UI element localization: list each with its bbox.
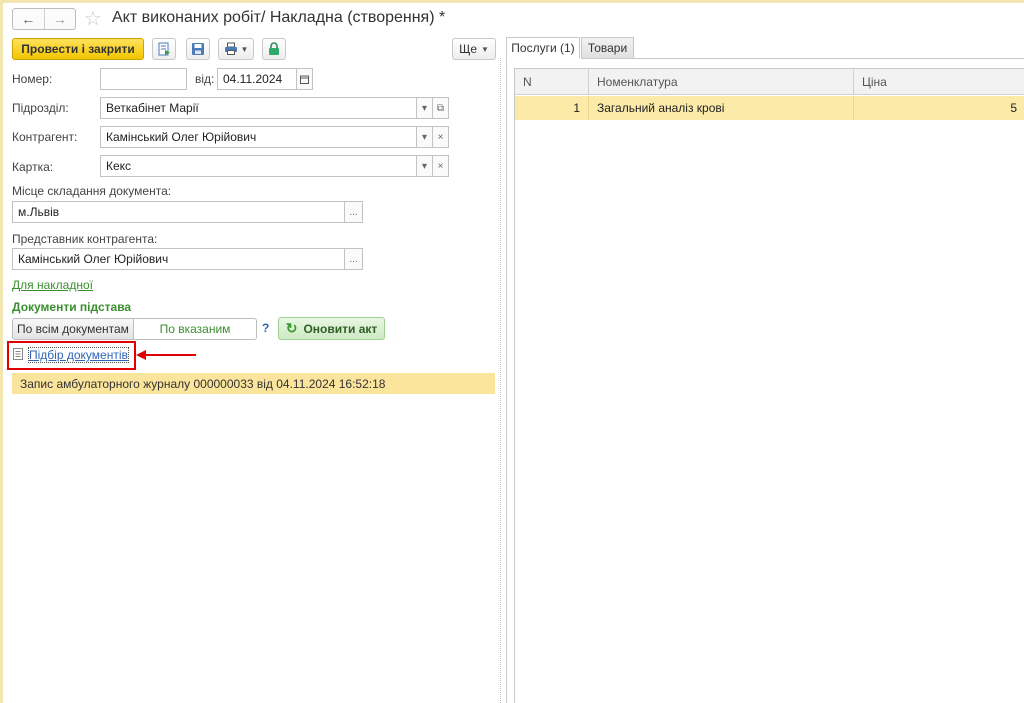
specified-documents-toggle[interactable]: По вказаним bbox=[133, 318, 257, 340]
number-input[interactable] bbox=[100, 68, 187, 90]
place-label: Місце складання документа: bbox=[12, 184, 172, 198]
window-title: Акт виконаних робіт/ Накладна (створення… bbox=[112, 9, 446, 26]
column-header-price[interactable]: Ціна bbox=[854, 69, 1024, 95]
back-arrow-icon[interactable]: ← bbox=[13, 9, 44, 29]
annotation-highlight-box bbox=[7, 341, 136, 370]
division-label: Підрозділ: bbox=[12, 101, 69, 115]
clear-icon[interactable]: × bbox=[432, 126, 449, 148]
lock-icon bbox=[269, 42, 279, 55]
number-label: Номер: bbox=[12, 72, 53, 86]
counterparty-label: Контрагент: bbox=[12, 130, 78, 144]
dropdown-arrow-icon[interactable]: ▾ bbox=[416, 155, 433, 177]
column-header-number[interactable]: N bbox=[515, 69, 589, 95]
refresh-act-label: Оновити акт bbox=[303, 321, 378, 336]
tab-services[interactable]: Послуги (1) bbox=[506, 37, 580, 59]
representative-field[interactable]: Камінський Олег Юрійович bbox=[12, 248, 345, 270]
row-nomenclature: Загальний аналіз крові bbox=[589, 96, 854, 120]
refresh-act-button[interactable]: ↻ Оновити акт bbox=[278, 317, 385, 340]
edit-lock-button[interactable] bbox=[262, 38, 286, 60]
clear-icon[interactable]: × bbox=[432, 155, 449, 177]
history-nav: ← → bbox=[12, 8, 76, 30]
annotation-arrow-icon bbox=[136, 350, 196, 360]
calendar-icon[interactable] bbox=[296, 68, 313, 90]
date-input[interactable]: 04.11.2024 bbox=[217, 68, 297, 90]
counterparty-field[interactable]: Камінський Олег Юрійович bbox=[100, 126, 417, 148]
window-frame-top bbox=[0, 0, 1024, 3]
place-field[interactable]: м.Львів bbox=[12, 201, 345, 223]
post-and-close-button[interactable]: Провести і закрити bbox=[12, 38, 144, 60]
tab-divider bbox=[634, 58, 1024, 59]
chevron-down-icon: ▼ bbox=[240, 44, 249, 54]
base-documents-title: Документи підстава bbox=[12, 300, 132, 314]
floppy-disk-icon bbox=[192, 43, 204, 55]
all-documents-toggle[interactable]: По всім документам bbox=[12, 318, 134, 340]
card-label: Картка: bbox=[12, 160, 54, 174]
more-label: Ще bbox=[459, 42, 477, 56]
chevron-down-icon: ▼ bbox=[481, 44, 489, 54]
help-icon[interactable]: ? bbox=[262, 321, 269, 335]
services-table: N Номенклатура Ціна 1 Загальний аналіз к… bbox=[514, 68, 1024, 703]
table-header: N Номенклатура Ціна bbox=[515, 69, 1024, 95]
favorite-star-icon[interactable]: ☆ bbox=[84, 6, 102, 31]
more-actions-button[interactable]: Ще ▼ bbox=[452, 38, 496, 60]
printer-icon bbox=[224, 42, 237, 55]
row-number: 1 bbox=[515, 96, 589, 120]
open-form-icon[interactable]: ⧉ bbox=[432, 97, 449, 119]
card-field[interactable]: Кекс bbox=[100, 155, 417, 177]
print-dropdown-button[interactable]: ▼ bbox=[218, 38, 254, 60]
table-row[interactable]: 1 Загальний аналіз крові 5 bbox=[515, 96, 1024, 120]
row-price: 5 bbox=[1010, 101, 1017, 115]
forward-arrow-icon[interactable]: → bbox=[43, 9, 76, 29]
panel-splitter[interactable] bbox=[500, 58, 501, 703]
tab-goods[interactable]: Товари bbox=[581, 37, 634, 59]
dropdown-arrow-icon[interactable]: ▾ bbox=[416, 126, 433, 148]
create-based-on-button[interactable] bbox=[152, 38, 176, 60]
window-frame-left bbox=[0, 0, 3, 703]
document-arrow-icon bbox=[158, 42, 170, 56]
base-document-row[interactable]: Запис амбулаторного журналу 000000033 ві… bbox=[12, 373, 495, 394]
dropdown-arrow-icon[interactable]: ▾ bbox=[416, 97, 433, 119]
select-ellipsis-icon[interactable]: ... bbox=[344, 248, 363, 270]
division-field[interactable]: Веткабінет Марії bbox=[100, 97, 417, 119]
refresh-icon: ↻ bbox=[285, 320, 298, 336]
invoice-link[interactable]: Для накладної bbox=[12, 278, 93, 292]
select-ellipsis-icon[interactable]: ... bbox=[344, 201, 363, 223]
date-from-label: від: bbox=[195, 72, 215, 86]
save-button[interactable] bbox=[186, 38, 210, 60]
representative-label: Представник контрагента: bbox=[12, 232, 158, 246]
column-header-nomenclature[interactable]: Номенклатура bbox=[589, 69, 854, 95]
